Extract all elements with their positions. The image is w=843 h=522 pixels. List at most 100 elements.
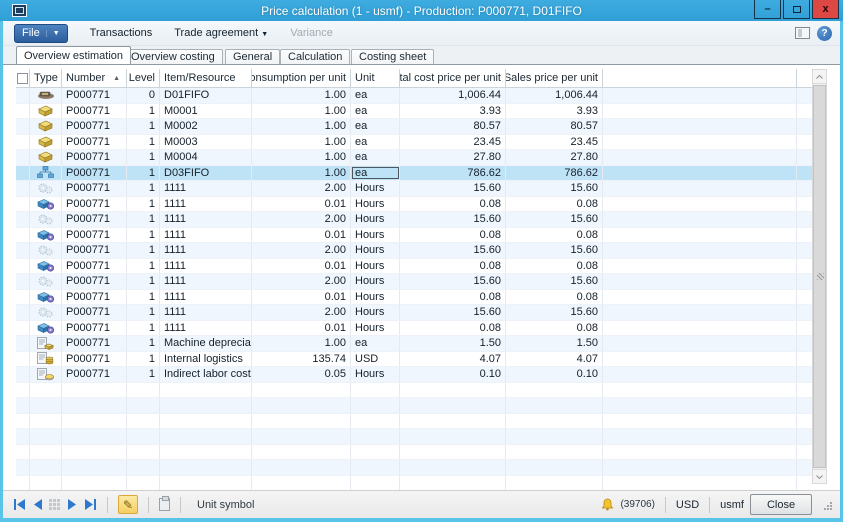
number-cell[interactable]: P000771: [62, 352, 127, 367]
type-cell[interactable]: [30, 352, 62, 367]
type-cell[interactable]: [30, 321, 62, 336]
sales-cell[interactable]: 4.07: [506, 352, 603, 367]
level-cell[interactable]: 1: [127, 367, 160, 382]
total-cell[interactable]: 1,006.44: [400, 88, 506, 103]
scrollbar-thumb[interactable]: [813, 85, 826, 468]
sales-cell[interactable]: 15.60: [506, 181, 603, 196]
help-icon[interactable]: ?: [817, 26, 832, 41]
level-cell[interactable]: 1: [127, 290, 160, 305]
sales-cell[interactable]: 0.08: [506, 259, 603, 274]
sales-cell[interactable]: 15.60: [506, 212, 603, 227]
type-cell[interactable]: [30, 274, 62, 289]
level-cell[interactable]: 1: [127, 243, 160, 258]
item-cell[interactable]: 1111: [160, 274, 252, 289]
item-cell[interactable]: D03FIFO: [160, 166, 252, 181]
type-cell[interactable]: [30, 290, 62, 305]
table-row[interactable]: P000771111112.00Hours15.6015.60: [16, 274, 812, 290]
table-row[interactable]: P0007711M00011.00ea3.933.93: [16, 104, 812, 120]
consumption-cell[interactable]: 2.00: [252, 274, 351, 289]
currency-indicator[interactable]: USD: [676, 499, 699, 511]
table-row[interactable]: P0007711Machine depreciat...1.00ea1.501.…: [16, 336, 812, 352]
consumption-cell[interactable]: 1.00: [252, 166, 351, 181]
table-row[interactable]: P000771111110.01Hours0.080.08: [16, 290, 812, 306]
consumption-cell[interactable]: 2.00: [252, 181, 351, 196]
total-cell[interactable]: 23.45: [400, 135, 506, 150]
scroll-up-icon[interactable]: [813, 70, 826, 84]
row-selector-cell[interactable]: [16, 181, 30, 196]
level-cell[interactable]: 1: [127, 321, 160, 336]
vertical-scrollbar[interactable]: [812, 69, 827, 484]
table-row[interactable]: P0007711M00041.00ea27.8027.80: [16, 150, 812, 166]
item-cell[interactable]: M0001: [160, 104, 252, 119]
level-cell[interactable]: 1: [127, 166, 160, 181]
type-cell[interactable]: [30, 150, 62, 165]
number-cell[interactable]: P000771: [62, 88, 127, 103]
tab-general[interactable]: General: [225, 49, 280, 64]
total-cell[interactable]: 0.08: [400, 197, 506, 212]
edit-record-button[interactable]: ✎: [118, 495, 138, 514]
level-cell[interactable]: 1: [127, 352, 160, 367]
column-header-sales-price-per-unit[interactable]: Sales price per unit: [506, 69, 603, 87]
type-cell[interactable]: [30, 88, 62, 103]
sales-cell[interactable]: 0.08: [506, 321, 603, 336]
unit-cell[interactable]: Hours: [351, 181, 400, 196]
table-row[interactable]: P0007710D01FIFO1.00ea1,006.441,006.44: [16, 88, 812, 104]
level-cell[interactable]: 1: [127, 259, 160, 274]
unit-cell[interactable]: Hours: [351, 212, 400, 227]
row-selector-cell[interactable]: [16, 290, 30, 305]
type-cell[interactable]: [30, 119, 62, 134]
consumption-cell[interactable]: 2.00: [252, 305, 351, 320]
table-row[interactable]: P000771111110.01Hours0.080.08: [16, 228, 812, 244]
item-cell[interactable]: 1111: [160, 228, 252, 243]
unit-cell[interactable]: Hours: [351, 228, 400, 243]
total-cell[interactable]: 0.08: [400, 259, 506, 274]
sales-cell[interactable]: 15.60: [506, 243, 603, 258]
type-cell[interactable]: [30, 367, 62, 382]
number-cell[interactable]: P000771: [62, 150, 127, 165]
total-cell[interactable]: 4.07: [400, 352, 506, 367]
unit-cell[interactable]: Hours: [351, 290, 400, 305]
column-header-type[interactable]: Type: [30, 69, 62, 87]
column-header-filler[interactable]: [603, 69, 797, 87]
item-cell[interactable]: M0004: [160, 150, 252, 165]
sales-cell[interactable]: 0.08: [506, 197, 603, 212]
number-cell[interactable]: P000771: [62, 212, 127, 227]
consumption-cell[interactable]: 0.01: [252, 259, 351, 274]
column-header-total-cost-price-per-unit[interactable]: Total cost price per unit: [400, 69, 506, 87]
filler-cell[interactable]: [603, 259, 797, 274]
type-cell[interactable]: [30, 212, 62, 227]
level-cell[interactable]: 1: [127, 228, 160, 243]
level-cell[interactable]: 0: [127, 88, 160, 103]
filler-cell[interactable]: [603, 336, 797, 351]
item-cell[interactable]: 1111: [160, 212, 252, 227]
table-row[interactable]: P0007711M00031.00ea23.4523.45: [16, 135, 812, 151]
unit-cell[interactable]: ea: [351, 166, 400, 181]
menu-item-transactions[interactable]: Transactions: [90, 27, 153, 39]
close-window-button[interactable]: x: [812, 0, 839, 19]
unit-cell[interactable]: Hours: [351, 367, 400, 382]
row-selector-cell[interactable]: [16, 166, 30, 181]
total-cell[interactable]: 15.60: [400, 274, 506, 289]
level-cell[interactable]: 1: [127, 150, 160, 165]
tab-calculation[interactable]: Calculation: [280, 49, 350, 64]
number-cell[interactable]: P000771: [62, 305, 127, 320]
level-cell[interactable]: 1: [127, 181, 160, 196]
table-row[interactable]: P000771111110.01Hours0.080.08: [16, 197, 812, 213]
table-row[interactable]: P000771111112.00Hours15.6015.60: [16, 305, 812, 321]
number-cell[interactable]: P000771: [62, 166, 127, 181]
filler-cell[interactable]: [603, 321, 797, 336]
title-bar[interactable]: Price calculation (1 - usmf) - Productio…: [0, 0, 843, 21]
minimize-button[interactable]: –: [754, 0, 781, 19]
row-selector-cell[interactable]: [16, 119, 30, 134]
number-cell[interactable]: P000771: [62, 290, 127, 305]
filler-cell[interactable]: [603, 290, 797, 305]
filler-cell[interactable]: [603, 150, 797, 165]
tab-costing-sheet[interactable]: Costing sheet: [351, 49, 434, 64]
unit-cell[interactable]: ea: [351, 150, 400, 165]
number-cell[interactable]: P000771: [62, 135, 127, 150]
table-row[interactable]: P0007711Indirect labor cost0.05Hours0.10…: [16, 367, 812, 383]
filler-cell[interactable]: [603, 197, 797, 212]
filler-cell[interactable]: [603, 88, 797, 103]
total-cell[interactable]: 1.50: [400, 336, 506, 351]
row-selector-cell[interactable]: [16, 212, 30, 227]
